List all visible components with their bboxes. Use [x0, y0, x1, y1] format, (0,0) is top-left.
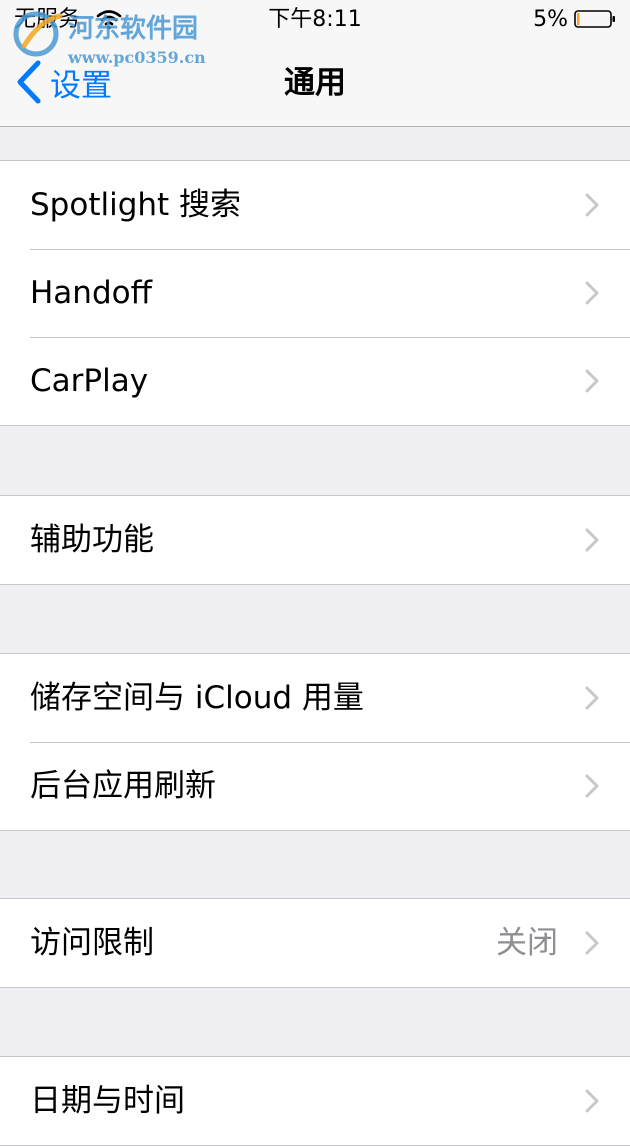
- row-spotlight-search[interactable]: Spotlight 搜索: [0, 161, 630, 249]
- row-label: Handoff: [30, 275, 152, 311]
- page-title: 通用: [284, 65, 346, 101]
- settings-group-2: 辅助功能: [0, 495, 630, 585]
- chevron-right-icon: [585, 369, 599, 393]
- row-restrictions[interactable]: 访问限制 关闭: [0, 899, 630, 987]
- chevron-right-icon: [585, 686, 599, 710]
- settings-group-4: 访问限制 关闭: [0, 898, 630, 988]
- row-label: 日期与时间: [30, 1083, 185, 1119]
- row-label: 储存空间与 iCloud 用量: [30, 680, 364, 716]
- row-label: 访问限制: [30, 925, 154, 961]
- chevron-right-icon: [585, 528, 599, 552]
- settings-group-5: 日期与时间: [0, 1056, 630, 1146]
- row-date-time[interactable]: 日期与时间: [0, 1057, 630, 1145]
- row-background-app-refresh[interactable]: 后台应用刷新: [0, 742, 630, 830]
- row-accessibility[interactable]: 辅助功能: [0, 496, 630, 584]
- chevron-right-icon: [585, 774, 599, 798]
- row-handoff[interactable]: Handoff: [0, 249, 630, 337]
- row-label: CarPlay: [30, 363, 149, 399]
- battery-icon: [574, 10, 615, 28]
- settings-group-3: 储存空间与 iCloud 用量 后台应用刷新: [0, 653, 630, 831]
- row-carplay[interactable]: CarPlay: [0, 337, 630, 425]
- chevron-right-icon: [585, 1089, 599, 1113]
- row-value: 关闭: [496, 925, 558, 961]
- row-storage-icloud-usage[interactable]: 储存空间与 iCloud 用量: [0, 654, 630, 742]
- navigation-bar: 设置 通用: [0, 40, 630, 127]
- chevron-right-icon: [585, 193, 599, 217]
- chevron-right-icon: [585, 281, 599, 305]
- battery-percent: 5%: [533, 7, 568, 32]
- row-label: 后台应用刷新: [30, 768, 216, 804]
- row-label: 辅助功能: [30, 522, 154, 558]
- chevron-right-icon: [585, 931, 599, 955]
- status-bar: 无服务 下午8:11 5%: [0, 0, 630, 40]
- settings-group-1: Spotlight 搜索 Handoff CarPlay: [0, 160, 630, 426]
- row-label: Spotlight 搜索: [30, 187, 242, 223]
